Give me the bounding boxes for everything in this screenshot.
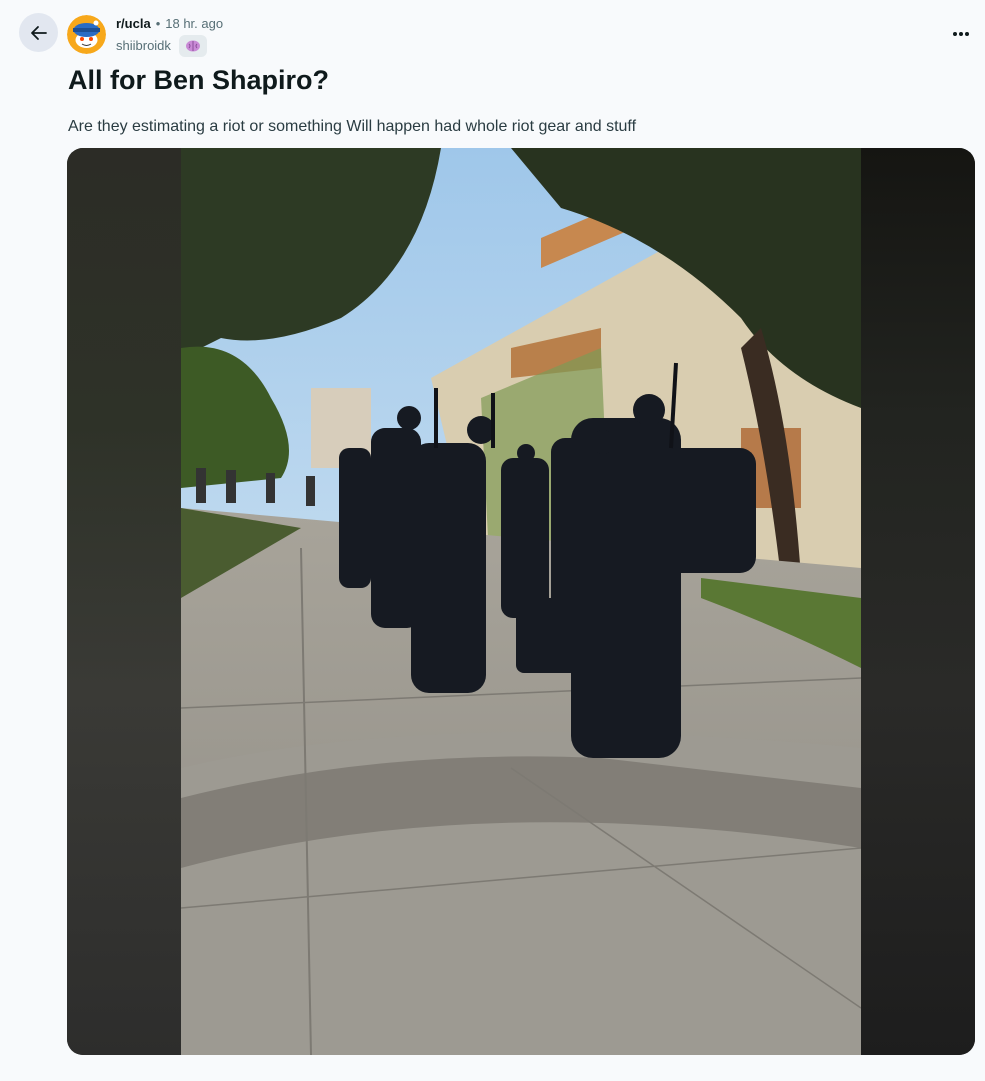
back-button[interactable]	[19, 13, 58, 52]
post-meta: r/ucla • 18 hr. ago shiibroidk	[116, 15, 223, 57]
photo-officers-walking	[181, 148, 861, 1055]
post-timestamp: 18 hr. ago	[165, 16, 224, 31]
image-blur-left	[67, 148, 181, 1055]
arrow-left-icon	[30, 25, 47, 40]
image-blur-right	[861, 148, 975, 1055]
subreddit-link[interactable]: r/ucla	[116, 15, 151, 33]
post-image[interactable]	[67, 148, 975, 1055]
more-options-button[interactable]	[949, 22, 973, 46]
post-title: All for Ben Shapiro?	[68, 65, 330, 95]
subreddit-avatar[interactable]	[67, 15, 106, 54]
more-horizontal-icon	[953, 32, 969, 36]
user-flair	[178, 35, 207, 57]
separator-dot: •	[155, 16, 161, 31]
post-body: Are they estimating a riot or something …	[68, 118, 637, 135]
author-link[interactable]: shiibroidk	[116, 37, 171, 55]
brain-icon	[185, 40, 200, 52]
